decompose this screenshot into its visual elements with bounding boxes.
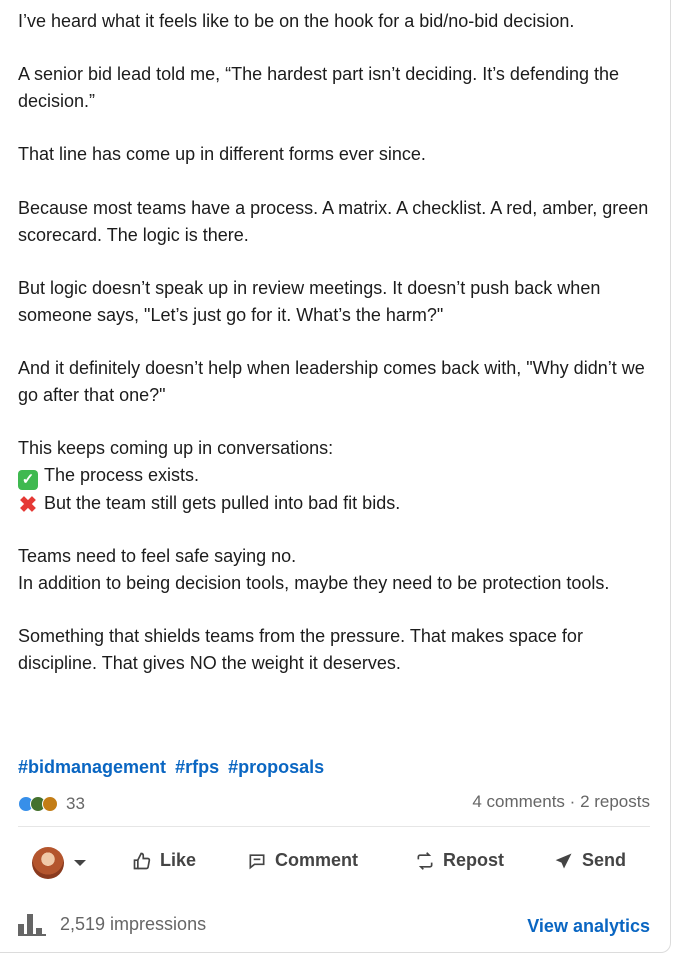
impressions: 2,519 impressions	[18, 912, 206, 936]
reactions-summary[interactable]: 33	[18, 792, 85, 816]
paragraph: Teams need to feel safe saying no. In ad…	[18, 543, 658, 596]
comment-button[interactable]: Comment	[247, 850, 358, 871]
repost-button[interactable]: Repost	[415, 850, 504, 871]
paragraph: I’ve heard what it feels like to be on t…	[18, 11, 575, 31]
support-reaction-icon	[42, 796, 58, 812]
list-item: But the team still gets pulled into bad …	[44, 492, 401, 513]
divider	[18, 826, 650, 827]
action-bar: Like Comment Repost Send	[18, 840, 650, 888]
reposts-count-link[interactable]: 2 reposts	[580, 792, 650, 811]
paragraph: And it definitely doesn’t help when lead…	[18, 358, 645, 405]
paragraph-line: Teams need to feel safe saying no.	[18, 546, 297, 567]
paragraph: That line has come up in different forms…	[18, 144, 426, 165]
repost-icon	[417, 851, 433, 870]
check-mark-icon: ✓	[18, 469, 38, 490]
list-item: The process exists.	[44, 464, 200, 485]
like-label: Like	[160, 850, 197, 870]
comments-reposts: 4 comments · 2 reposts	[472, 792, 650, 812]
hashtag-link[interactable]: #bidmanagement	[18, 757, 166, 777]
cross-mark-icon: ✖	[18, 491, 38, 517]
paragraph-line: In addition to being decision tools, may…	[18, 572, 610, 593]
send-button[interactable]: Send	[554, 850, 626, 871]
post-body: I’ve heard what it feels like to be on t…	[18, 8, 658, 703]
chevron-down-icon	[74, 860, 86, 866]
post-card: I’ve heard what it feels like to be on t…	[0, 0, 671, 953]
thumbs-up-icon	[133, 852, 151, 869]
paragraph: But logic doesn’t speak up in review mee…	[18, 277, 601, 325]
comment-label: Comment	[275, 850, 359, 870]
comments-count-link[interactable]: 4 comments	[472, 792, 565, 811]
social-counts: 33 4 comments · 2 reposts	[18, 792, 650, 816]
list-intro: This keeps coming up in conversations:	[18, 438, 334, 459]
paragraph: A senior bid lead told me, “The hardest …	[18, 64, 620, 112]
list-block: This keeps coming up in conversations: ✓…	[18, 435, 658, 516]
send-icon	[555, 853, 572, 868]
hashtag-link[interactable]: #rfps	[175, 757, 219, 777]
comment-icon	[249, 853, 265, 869]
repost-label: Repost	[443, 850, 505, 870]
like-button[interactable]: Like	[132, 850, 196, 871]
paragraph: Something that shields teams from the pr…	[18, 626, 583, 674]
separator: ·	[569, 792, 576, 811]
avatar	[32, 847, 64, 879]
paragraph: Because most teams have a process. A mat…	[18, 197, 649, 245]
view-analytics-link[interactable]: View analytics	[527, 916, 650, 937]
impressions-footer: 2,519 impressions View analytics	[18, 912, 650, 942]
reaction-count: 33	[66, 794, 85, 813]
hashtag-link[interactable]: #proposals	[228, 757, 324, 777]
reaction-identity-button[interactable]	[32, 847, 86, 879]
send-label: Send	[582, 850, 627, 870]
impressions-count: 2,519 impressions	[60, 913, 207, 934]
hashtag-row: #bidmanagement #rfps #proposals	[18, 757, 328, 778]
bar-chart-icon	[18, 914, 46, 936]
